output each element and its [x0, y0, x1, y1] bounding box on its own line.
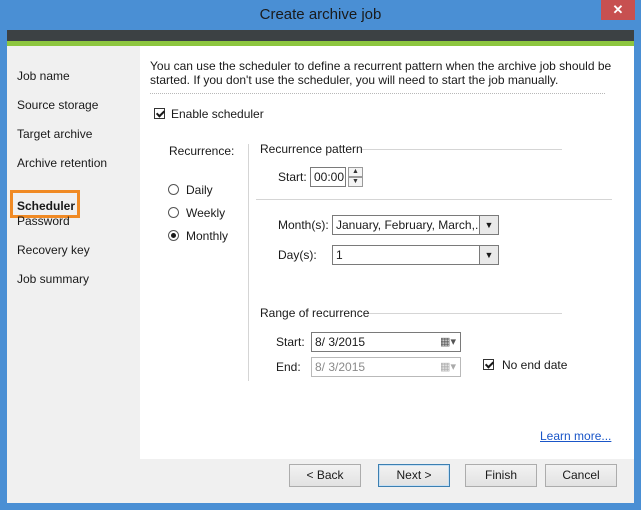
spin-up-icon[interactable]: ▲	[348, 167, 363, 177]
months-label: Month(s):	[278, 218, 329, 232]
scheduler-panel: You can use the scheduler to define a re…	[140, 46, 634, 459]
start-time-input[interactable]: 00:00	[310, 167, 346, 187]
calendar-icon: ▦▾	[440, 361, 456, 373]
window-title: Create archive job	[259, 6, 382, 23]
enable-scheduler-checkbox[interactable]	[154, 108, 165, 119]
header-band-dark	[7, 30, 634, 41]
calendar-glyph: ▦	[440, 336, 451, 348]
pattern-separator	[256, 199, 612, 200]
no-end-date-label: No end date	[502, 358, 568, 372]
cancel-button[interactable]: Cancel	[545, 464, 617, 487]
no-end-date-checkbox[interactable]	[483, 359, 494, 370]
nav-item-job-summary[interactable]: Job summary	[17, 272, 89, 286]
nav-item-scheduler[interactable]: Scheduler	[17, 199, 75, 213]
radio-weekly-label: Weekly	[186, 206, 226, 220]
recurrence-label: Recurrence:	[169, 144, 235, 158]
chevron-down-icon[interactable]: ▼	[479, 246, 498, 264]
range-end-value: 8/ 3/2015	[315, 360, 366, 374]
wizard-nav: Job name Source storage Target archive A…	[7, 46, 132, 503]
nav-item-recovery-key[interactable]: Recovery key	[17, 243, 90, 257]
nav-item-password[interactable]: Password	[17, 214, 70, 228]
range-heading: Range of recurrence	[260, 306, 370, 320]
days-label: Day(s):	[278, 248, 317, 262]
dialog-client: Job name Source storage Target archive A…	[7, 30, 634, 503]
spin-down-icon[interactable]: ▼	[348, 177, 363, 187]
dialog-window: Create archive job ✕ Job name Source sto…	[0, 0, 641, 510]
radio-daily[interactable]	[168, 184, 179, 195]
days-dropdown[interactable]: 1 ▼	[332, 245, 499, 265]
nav-item-source-storage[interactable]: Source storage	[17, 98, 98, 112]
range-end-label: End:	[276, 360, 301, 374]
radio-monthly[interactable]	[168, 230, 179, 241]
chevron-down-icon[interactable]: ▼	[479, 216, 498, 234]
intro-separator	[150, 93, 605, 94]
finish-button[interactable]: Finish	[465, 464, 537, 487]
radio-weekly[interactable]	[168, 207, 179, 218]
close-icon: ✕	[612, 2, 624, 17]
nav-item-job-name[interactable]: Job name	[17, 69, 70, 83]
range-start-value: 8/ 3/2015	[315, 335, 366, 349]
calendar-icon[interactable]: ▦▾	[439, 334, 457, 350]
close-button[interactable]: ✕	[601, 0, 635, 20]
start-time-spinner[interactable]: ▲ ▼	[348, 167, 363, 187]
next-button[interactable]: Next >	[378, 464, 450, 487]
title-bar[interactable]: Create archive job ✕	[0, 0, 641, 30]
calendar-glyph: ▦	[440, 361, 451, 373]
days-value: 1	[336, 248, 343, 262]
range-end-date[interactable]: 8/ 3/2015 ▦▾	[311, 357, 461, 377]
nav-item-archive-retention[interactable]: Archive retention	[17, 156, 107, 170]
back-button[interactable]: < Back	[289, 464, 361, 487]
learn-more-link[interactable]: Learn more...	[540, 429, 611, 443]
radio-daily-label: Daily	[186, 183, 213, 197]
range-start-date[interactable]: 8/ 3/2015 ▦▾	[311, 332, 461, 352]
radio-monthly-label: Monthly	[186, 229, 229, 243]
months-dropdown[interactable]: January, February, March,... ▼	[332, 215, 499, 235]
intro-text: You can use the scheduler to define a re…	[150, 59, 612, 87]
recurrence-pattern-heading: Recurrence pattern	[260, 142, 363, 156]
pattern-heading-rule	[362, 149, 562, 150]
months-value: January, February, March,...	[336, 218, 485, 232]
pattern-start-label: Start:	[278, 170, 307, 184]
enable-scheduler-label: Enable scheduler	[171, 107, 264, 121]
nav-item-target-archive[interactable]: Target archive	[17, 127, 92, 141]
range-start-label: Start:	[276, 335, 305, 349]
recurrence-divider	[248, 144, 249, 381]
range-heading-rule	[369, 313, 562, 314]
